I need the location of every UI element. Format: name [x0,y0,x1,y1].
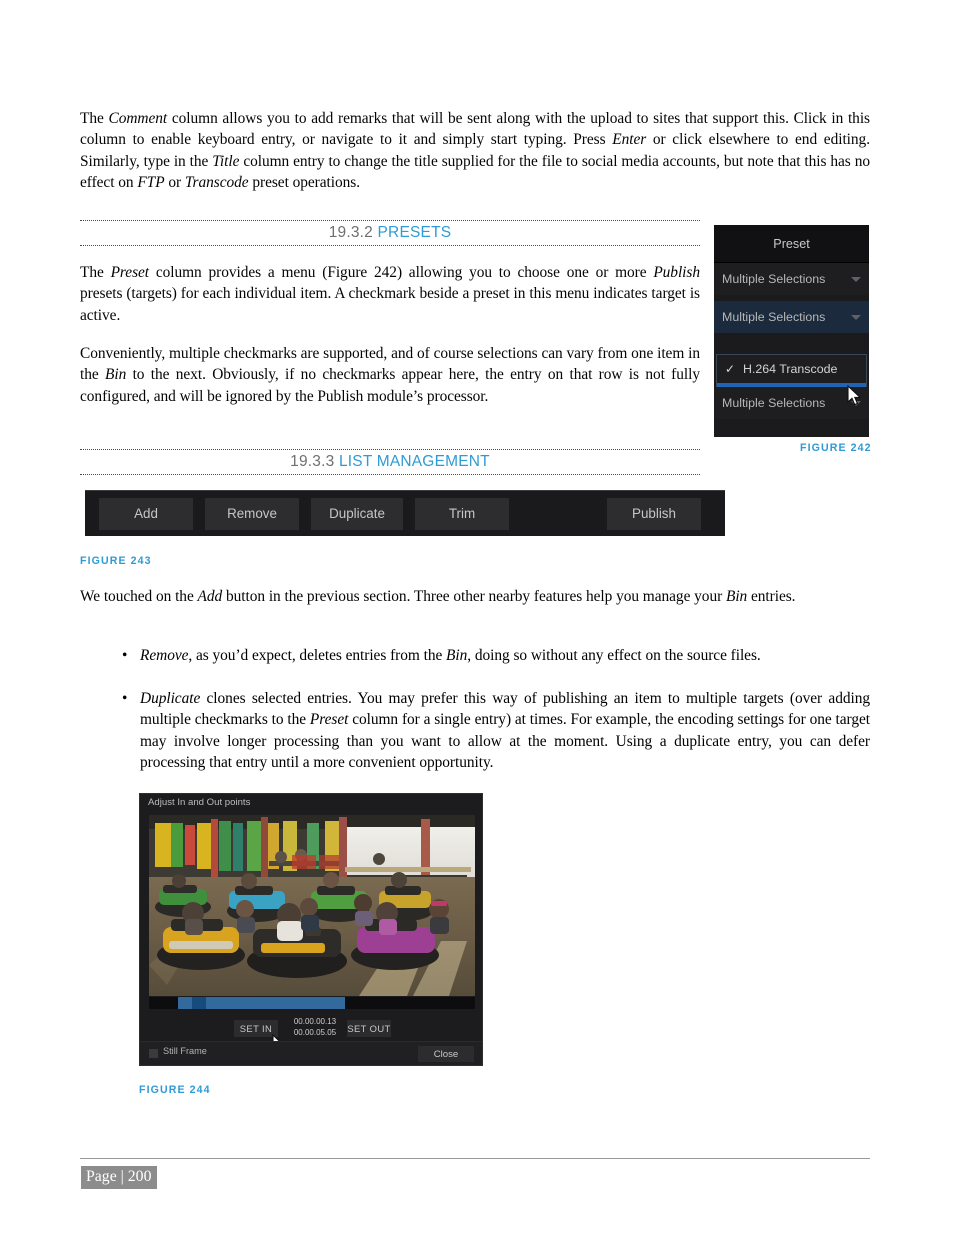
footer-divider [80,1158,870,1159]
preset-row-1-label: Multiple Selections [722,272,826,286]
preset-column-header-label: Preset [773,236,810,251]
preset-dropdown-widget[interactable]: Preset Multiple Selections Multiple Sele… [714,225,869,437]
heading-presets-text: 19.3.2 PRESETS [80,221,700,245]
add-button[interactable]: Add [99,497,193,530]
heading-list-management: 19.3.3 LIST MANAGEMENT [80,449,700,475]
timecode-in: 00.00.00.13 [293,1017,337,1026]
video-frame-image [149,815,475,996]
preset-column-header: Preset [714,225,869,263]
trim-dialog-title: Adjust In and Out points [140,794,482,811]
preset-row-3[interactable]: Multiple Selections [714,387,869,419]
bullet-remove-text: Remove, as you’d expect, deletes entries… [140,647,761,664]
page-number: Page | 200 [81,1166,158,1189]
menu-item-h264-transcode[interactable]: ✓ H.264 Transcode [717,355,866,383]
remove-button-label: Remove [227,506,277,521]
presets-paragraph-1: The Preset column provides a menu (Figur… [80,264,700,324]
preset-row-2-label: Multiple Selections [722,310,826,324]
heading-rule-bottom [80,474,700,475]
chevron-down-icon[interactable] [851,314,861,320]
heading-list-management-text: 19.3.3 LIST MANAGEMENT [80,450,700,474]
presets-paragraph-2: Conveniently, multiple checkmarks are su… [80,345,700,405]
heading-list-management-number: 19.3.3 [290,453,335,470]
timecode-readout: 00.00.00.13 00.00.05.05 [285,1016,345,1038]
close-button[interactable]: Close [418,1046,474,1062]
bullet-marker: • [122,690,128,707]
intro-paragraph: The Comment column allows you to add rem… [80,110,870,191]
timeline-scrubber[interactable] [149,997,475,1009]
chevron-down-icon[interactable] [851,276,861,282]
document-page: The Comment column allows you to add rem… [0,0,954,1235]
preset-row-2[interactable]: Multiple Selections [714,301,869,333]
close-button-label: Close [433,1048,459,1060]
preset-row-1[interactable]: Multiple Selections [714,263,869,295]
chevron-down-icon[interactable] [851,400,861,406]
heading-presets-name: PRESETS [377,224,452,241]
still-frame-checkbox[interactable] [149,1049,158,1058]
trim-dialog-title-label: Adjust In and Out points [148,797,251,808]
bullet-marker: • [122,647,128,664]
menu-item-h264-transcode-label: H.264 Transcode [743,362,838,376]
set-in-button-label: SET IN [239,1023,273,1034]
figure-244-caption: FIGURE 244 [139,1084,211,1096]
video-preview [149,815,475,996]
figure-242-caption: FIGURE 242 [800,442,872,454]
list-management-toolbar[interactable]: Add Remove Duplicate Trim Publish [85,490,725,536]
set-out-button[interactable]: SET OUT [347,1020,391,1037]
publish-button-label: Publish [632,506,676,521]
trim-button-label: Trim [448,506,476,521]
publish-button[interactable]: Publish [607,497,701,530]
list-management-paragraph: We touched on the Add button in the prev… [80,588,796,605]
remove-button[interactable]: Remove [205,497,299,530]
bullet-duplicate-text: Duplicate clones selected entries. You m… [140,690,871,771]
still-frame-label: Still Frame [163,1046,207,1056]
trim-button[interactable]: Trim [415,497,509,530]
trim-dialog[interactable]: Adjust In and Out points SET IN 00.00.00… [139,793,483,1066]
trim-dialog-footer: Still Frame Close [140,1041,482,1065]
bullet-remove: • Remove, as you’d expect, deletes entri… [118,645,870,666]
preset-row-3-label: Multiple Selections [722,396,826,410]
add-button-label: Add [134,506,158,521]
duplicate-button-label: Duplicate [329,506,385,521]
timecode-out: 00.00.05.05 [293,1028,337,1037]
checkmark-icon: ✓ [724,362,736,376]
heading-presets: 19.3.2 PRESETS [80,220,700,246]
set-out-button-label: SET OUT [347,1023,391,1034]
duplicate-button[interactable]: Duplicate [311,497,403,530]
heading-presets-number: 19.3.2 [328,224,373,241]
heading-rule-bottom [80,245,700,246]
set-in-button[interactable]: SET IN [234,1020,278,1037]
figure-243-caption: FIGURE 243 [80,555,152,567]
heading-list-management-name: LIST MANAGEMENT [338,453,490,470]
bullet-duplicate: • Duplicate clones selected entries. You… [118,688,870,773]
timeline-playhead[interactable] [192,997,206,1009]
